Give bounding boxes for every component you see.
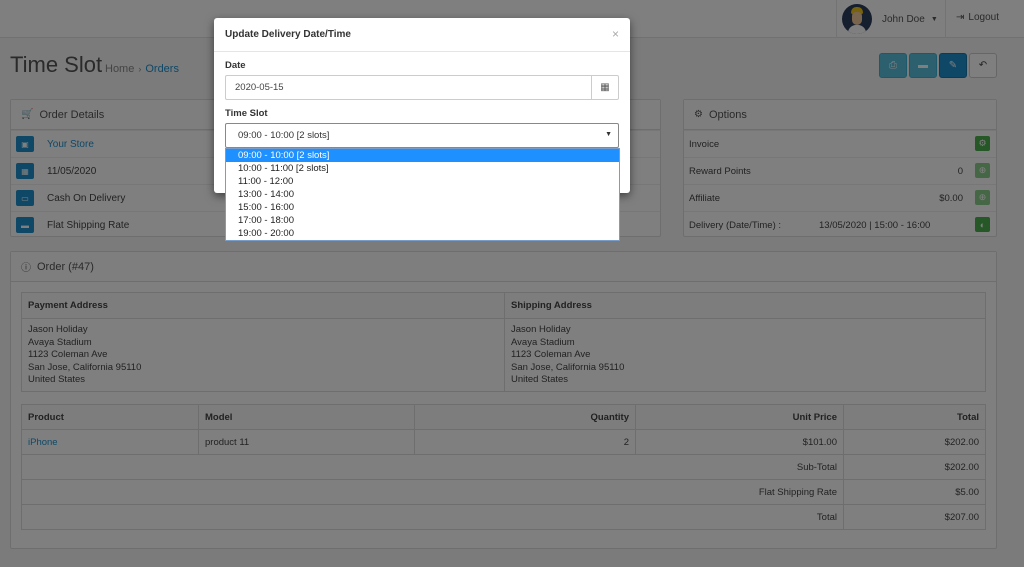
calendar-button[interactable]: ▦: [591, 75, 619, 100]
timeslot-option[interactable]: 09:00 - 10:00 [2 slots]: [226, 149, 619, 162]
calendar-icon: ▦: [600, 82, 610, 93]
timeslot-select[interactable]: 09:00 - 10:00 [2 slots] ▼: [225, 123, 619, 148]
timeslot-option[interactable]: 10:00 - 11:00 [2 slots]: [226, 162, 619, 175]
timeslot-option[interactable]: 19:00 - 20:00: [226, 227, 619, 240]
timeslot-dropdown-list: 09:00 - 10:00 [2 slots] 10:00 - 11:00 [2…: [225, 148, 620, 241]
timeslot-selected-value: 09:00 - 10:00 [2 slots]: [238, 130, 330, 141]
date-label: Date: [225, 60, 246, 71]
close-icon[interactable]: ×: [612, 27, 619, 41]
timeslot-option[interactable]: 11:00 - 12:00: [226, 175, 619, 188]
timeslot-option[interactable]: 15:00 - 16:00: [226, 201, 619, 214]
timeslot-option[interactable]: 13:00 - 14:00: [226, 188, 619, 201]
date-input[interactable]: 2020-05-15: [225, 75, 592, 100]
modal-title: Update Delivery Date/Time: [214, 18, 630, 52]
timeslot-option[interactable]: 17:00 - 18:00: [226, 214, 619, 227]
caret-down-icon: ▼: [605, 131, 612, 138]
timeslot-label: Time Slot: [225, 108, 268, 119]
